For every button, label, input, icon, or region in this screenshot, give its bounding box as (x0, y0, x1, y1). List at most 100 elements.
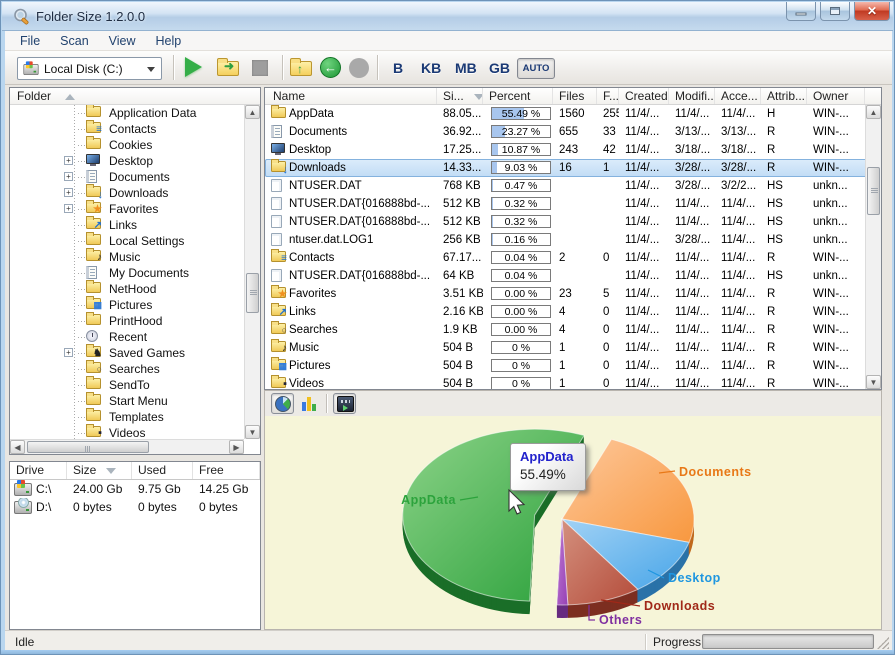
folder-up-button[interactable]: ↑ (288, 55, 316, 81)
drive-header-size[interactable]: Size (67, 462, 132, 479)
table-row[interactable]: Favorites★3.51 KB0.00 %23511/4/...11/4/.… (265, 285, 881, 303)
table-row[interactable]: Desktop17.25...10.87 %2434211/4/...3/18/… (265, 141, 881, 159)
tree-item[interactable]: +Desktop (10, 153, 244, 169)
tree-item[interactable]: ○Searches (10, 361, 244, 377)
tree-item[interactable]: +Documents (10, 169, 244, 185)
expand-plus-icon[interactable]: + (64, 204, 73, 213)
table-row[interactable]: NTUSER.DAT{016888bd-...512 KB0.32 %11/4/… (265, 213, 881, 231)
drive-header-free[interactable]: Free (193, 462, 260, 479)
tree-item[interactable]: Application Data (10, 105, 244, 121)
unit-button-mb[interactable]: MB (455, 60, 477, 76)
file-header-owner[interactable]: Owner (807, 88, 865, 104)
file-list-vertical-scrollbar[interactable]: ▲ ▼ (865, 105, 881, 389)
scroll-up-button[interactable]: ▲ (245, 105, 260, 119)
table-row[interactable]: Pictures▦504 B0 %1011/4/...11/4/...11/4/… (265, 357, 881, 375)
tree-item[interactable]: Cookies (10, 137, 244, 153)
scroll-up-button[interactable]: ▲ (866, 105, 881, 119)
scroll-down-button[interactable]: ▼ (245, 425, 260, 439)
table-row[interactable]: Videos▪504 B0 %1011/4/...11/4/...11/4/..… (265, 375, 881, 390)
scrollbar-thumb[interactable] (867, 167, 880, 215)
tree-vertical-scrollbar[interactable]: ▲ ▼ (244, 105, 260, 439)
table-row[interactable]: AppData88.05...55.49 %156025511/4/...11/… (265, 105, 881, 123)
tree-item[interactable]: ▦Pictures (10, 297, 244, 313)
unit-button-b[interactable]: B (393, 60, 403, 76)
minimize-button[interactable] (786, 2, 816, 21)
expand-plus-icon[interactable]: + (64, 156, 73, 165)
auto-unit-button[interactable]: AUTO (517, 58, 555, 79)
menu-item-scan[interactable]: Scan (50, 31, 99, 51)
app-window: Folder Size 1.2.0.0 ✕ FileScanViewHelp L… (0, 0, 895, 655)
tree-item[interactable]: ↗Links (10, 217, 244, 233)
menu-item-help[interactable]: Help (146, 31, 192, 51)
file-header-acc[interactable]: Acce... (715, 88, 761, 104)
menu-item-file[interactable]: File (10, 31, 50, 51)
scroll-down-button[interactable]: ▼ (866, 375, 881, 389)
bar-chart-button[interactable] (298, 393, 321, 414)
tree-item[interactable]: ▪Videos (10, 425, 244, 439)
table-row[interactable]: Documents36.92...23.27 %6553311/4/...3/1… (265, 123, 881, 141)
tree-item[interactable]: Recent (10, 329, 244, 345)
table-row[interactable]: Searches○1.9 KB0.00 %4011/4/...11/4/...1… (265, 321, 881, 339)
resize-grip-icon[interactable] (877, 637, 889, 649)
file-header-created[interactable]: Created (619, 88, 669, 104)
drive-header-used[interactable]: Used (132, 462, 193, 479)
open-folder-button[interactable]: ➜ (215, 55, 243, 81)
tree-item[interactable]: +★Favorites (10, 201, 244, 217)
close-button[interactable]: ✕ (854, 2, 890, 21)
tree-horizontal-scrollbar[interactable]: ◀ ▶ (10, 439, 244, 454)
unit-button-gb[interactable]: GB (489, 60, 510, 76)
expand-plus-icon[interactable]: + (64, 188, 73, 197)
title-bar[interactable]: Folder Size 1.2.0.0 ✕ (2, 2, 893, 31)
tree-item[interactable]: Templates (10, 409, 244, 425)
table-row[interactable]: Downloads↓14.33...9.03 %16111/4/...3/28/… (265, 159, 881, 177)
scroll-right-button[interactable]: ▶ (229, 440, 244, 454)
tree-item[interactable]: +♞Saved Games (10, 345, 244, 361)
file-header-files[interactable]: Files (553, 88, 597, 104)
maximize-button[interactable] (820, 2, 850, 21)
drive-row[interactable]: D:\0 bytes0 bytes0 bytes (10, 498, 260, 516)
table-row[interactable]: NTUSER.DAT768 KB0.47 %11/4/...3/28/...3/… (265, 177, 881, 195)
back-button[interactable]: ← (318, 55, 346, 81)
chart-options-button[interactable] (333, 393, 356, 414)
expand-plus-icon[interactable]: + (64, 172, 73, 181)
drive-header-drive[interactable]: Drive (10, 462, 67, 479)
pie-chart-button[interactable] (271, 393, 294, 414)
tree-item[interactable]: ♪Music (10, 249, 244, 265)
unit-button-kb[interactable]: KB (421, 60, 441, 76)
tree-item[interactable]: My Documents (10, 265, 244, 281)
file-header-name[interactable]: Name (265, 88, 437, 104)
tree-item[interactable]: PrintHood (10, 313, 244, 329)
file-header-att[interactable]: Attrib... (761, 88, 807, 104)
table-row[interactable]: NTUSER.DAT{016888bd-...64 KB0.04 %11/4/.… (265, 267, 881, 285)
table-row[interactable]: Music♪504 B0 %1011/4/...11/4/...11/4/...… (265, 339, 881, 357)
file-header-mod[interactable]: Modifi... (669, 88, 715, 104)
table-row[interactable]: NTUSER.DAT{016888bd-...512 KB0.32 %11/4/… (265, 195, 881, 213)
drive-selector-dropdown[interactable]: Local Disk (C:) (17, 57, 162, 80)
tree-item[interactable]: Start Menu (10, 393, 244, 409)
file-list-header[interactable]: NameSi...PercentFilesF...CreatedModifi..… (265, 88, 881, 105)
scan-button[interactable] (181, 55, 209, 81)
folder-star-icon: ★ (271, 287, 286, 298)
table-row[interactable]: ntuser.dat.LOG1256 KB0.16 %11/4/...3/28/… (265, 231, 881, 249)
table-row[interactable]: Contacts≡67.17...0.04 %2011/4/...11/4/..… (265, 249, 881, 267)
menu-item-view[interactable]: View (99, 31, 146, 51)
file-header-pct[interactable]: Percent (483, 88, 553, 104)
owner-cell: unkn... (807, 195, 865, 213)
file-header-size[interactable]: Si... (437, 88, 483, 104)
stop-button[interactable] (247, 55, 275, 81)
created-cell: 11/4/... (619, 177, 669, 195)
scroll-left-button[interactable]: ◀ (10, 440, 25, 454)
expand-plus-icon[interactable]: + (64, 348, 73, 357)
file-header-f2[interactable]: F... (597, 88, 619, 104)
drive-row[interactable]: C:\24.00 Gb9.75 Gb14.25 Gb (10, 480, 260, 498)
folder-column-header[interactable]: Folder (10, 88, 260, 105)
table-row[interactable]: Links↗2.16 KB0.00 %4011/4/...11/4/...11/… (265, 303, 881, 321)
scrollbar-thumb[interactable] (27, 441, 149, 453)
tree-item[interactable]: NetHood (10, 281, 244, 297)
tree-item[interactable]: Local Settings (10, 233, 244, 249)
tree-item[interactable]: +↓Downloads (10, 185, 244, 201)
drive-list-header[interactable]: DriveSizeUsedFree (10, 462, 260, 480)
scrollbar-thumb[interactable] (246, 273, 259, 313)
tree-item[interactable]: ≡Contacts (10, 121, 244, 137)
tree-item[interactable]: SendTo (10, 377, 244, 393)
